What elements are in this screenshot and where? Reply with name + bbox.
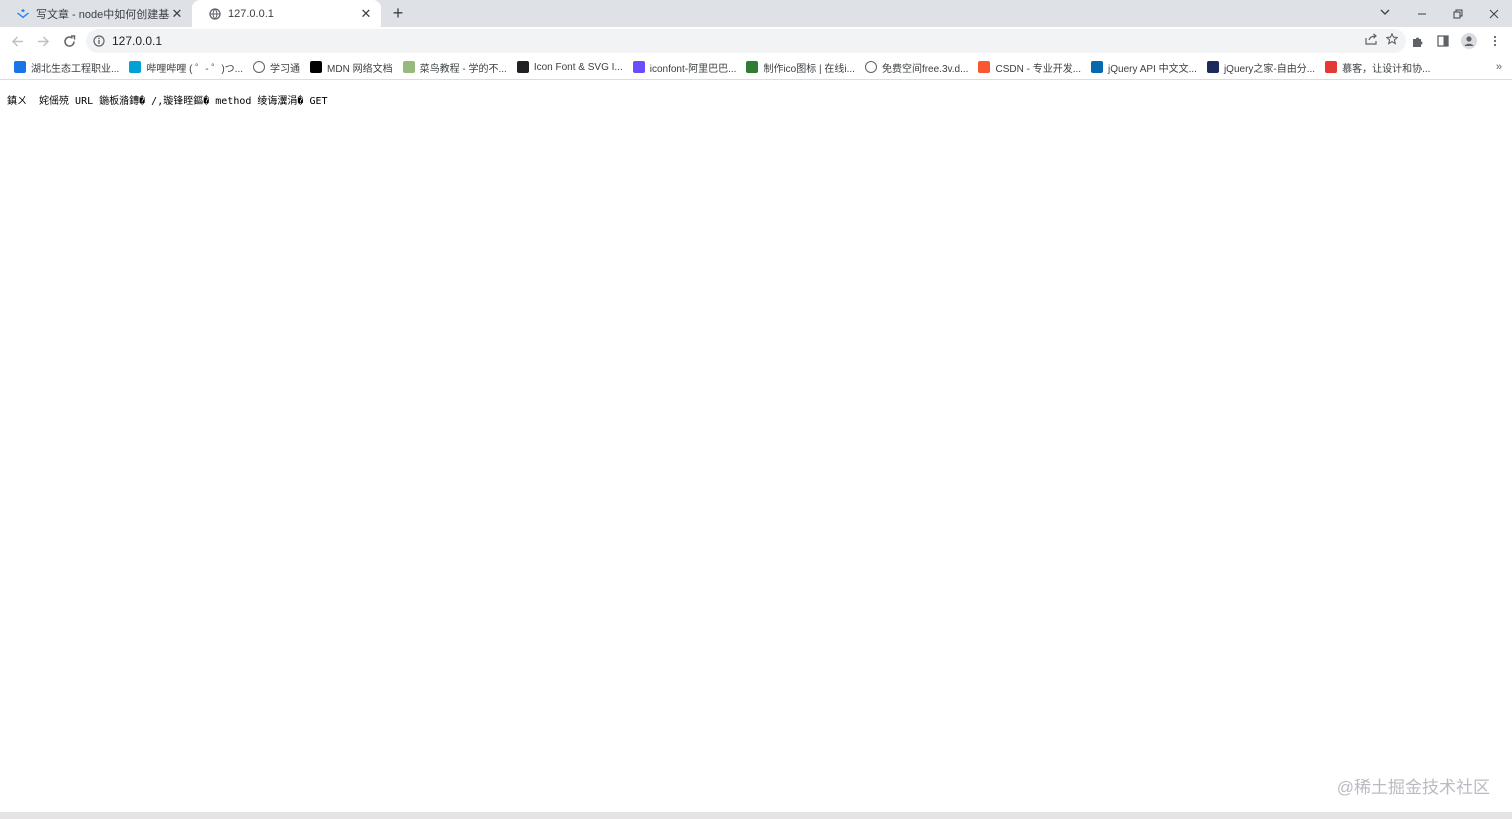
close-icon bbox=[1489, 9, 1499, 18]
menu-button[interactable] bbox=[1482, 28, 1508, 54]
bookmark-item[interactable]: 湖北生态工程职业... bbox=[9, 56, 124, 78]
bookmark-label: 免费空间free.3v.d... bbox=[881, 63, 969, 75]
arrow-right-icon bbox=[37, 35, 49, 47]
mdn-icon bbox=[310, 61, 323, 73]
globe-icon bbox=[253, 61, 266, 73]
address-bar[interactable]: 127.0.0.1 bbox=[86, 29, 1406, 53]
bookmark-label: 慕客，让设计和协... bbox=[1342, 63, 1431, 75]
bookmark-item[interactable]: 慕客，让设计和协... bbox=[1320, 56, 1435, 78]
chevron-down-icon bbox=[1380, 9, 1390, 15]
bookmark-item[interactable]: 菜鸟教程 - 学的不... bbox=[398, 56, 512, 78]
minimize-icon bbox=[1418, 13, 1426, 14]
restore-icon bbox=[1453, 9, 1463, 18]
tab-juejin-editor[interactable]: 写文章 - node中如何创建基本的 ✕ bbox=[0, 0, 192, 27]
side-panel-icon bbox=[1437, 35, 1449, 47]
forward-button[interactable] bbox=[30, 28, 56, 54]
csdn-icon bbox=[978, 61, 991, 73]
page-content: 鎮ㄨ 姹傜殑 URL 鍦板潃鏄� /,璇锋眰鏂� method 绫诲瀷涓� GE… bbox=[0, 81, 1512, 812]
minimize-button[interactable] bbox=[1404, 0, 1440, 27]
bookmark-item[interactable]: 免费空间free.3v.d... bbox=[860, 56, 974, 78]
profile-button[interactable] bbox=[1456, 28, 1482, 54]
jquery22-icon bbox=[1206, 61, 1219, 73]
bookmark-item[interactable]: iconfont-阿里巴巴... bbox=[628, 56, 742, 78]
bookmark-label: jQuery API 中文文... bbox=[1108, 63, 1197, 75]
bookmark-label: 制作ico图标 | 在线i... bbox=[763, 63, 855, 75]
arrow-left-icon bbox=[11, 35, 23, 47]
bookmark-item[interactable]: jQuery API 中文文... bbox=[1086, 56, 1202, 78]
tab-title: 写文章 - node中如何创建基本的 bbox=[36, 8, 170, 21]
close-window-button[interactable] bbox=[1476, 0, 1512, 27]
browser-window: 写文章 - node中如何创建基本的 ✕ 127.0.0.1 ✕ + bbox=[0, 0, 1512, 819]
bookmark-star-icon[interactable] bbox=[1385, 32, 1399, 50]
bookmark-label: 学习通 bbox=[270, 63, 301, 75]
bookmark-item[interactable]: CSDN - 专业开发... bbox=[973, 56, 1086, 78]
juejin-icon bbox=[16, 7, 29, 20]
reload-icon bbox=[63, 34, 75, 47]
avatar-icon bbox=[1461, 33, 1477, 49]
bilibili-icon bbox=[129, 61, 142, 73]
bookmarks-bar: 湖北生态工程职业... 哔哩哔哩 ( ゜- ゜)つ... 学习通 MDN 网络文档 菜鸟… bbox=[0, 55, 1512, 80]
taskbar-edge bbox=[0, 812, 1512, 819]
tab-localhost[interactable]: 127.0.0.1 ✕ bbox=[192, 0, 381, 27]
omnibox-actions bbox=[1365, 29, 1399, 53]
window-controls bbox=[1404, 0, 1512, 27]
url-text: 127.0.0.1 bbox=[112, 34, 163, 48]
bitbug-icon bbox=[746, 61, 759, 73]
tab-strip: 写文章 - node中如何创建基本的 ✕ 127.0.0.1 ✕ + bbox=[0, 0, 1512, 27]
bookmark-label: 菜鸟教程 - 学的不... bbox=[419, 63, 507, 75]
close-tab-icon[interactable]: ✕ bbox=[170, 6, 184, 21]
school-icon bbox=[14, 61, 26, 73]
alibaba-iconfont-icon bbox=[632, 61, 645, 73]
side-panel-button[interactable] bbox=[1430, 28, 1456, 54]
puzzle-icon bbox=[1412, 37, 1422, 47]
share-icon[interactable] bbox=[1365, 32, 1378, 50]
bookmark-item[interactable]: 制作ico图标 | 在线i... bbox=[741, 56, 860, 78]
back-button[interactable] bbox=[4, 28, 30, 54]
jquery-icon bbox=[1091, 61, 1104, 73]
iconfont-icon bbox=[516, 61, 529, 73]
bookmark-item[interactable]: Icon Font & SVG I... bbox=[512, 56, 628, 78]
bookmark-item[interactable]: jQuery之家-自由分... bbox=[1202, 56, 1320, 78]
bookmark-label: iconfont-阿里巴巴... bbox=[649, 63, 737, 75]
reload-button[interactable] bbox=[56, 28, 82, 54]
toolbar-actions bbox=[1404, 28, 1508, 54]
bookmark-label: 哔哩哔哩 ( ゜- ゜)つ... bbox=[146, 63, 244, 75]
bookmark-label: 湖北生态工程职业... bbox=[31, 63, 120, 75]
bookmark-label: Icon Font & SVG I... bbox=[533, 61, 623, 73]
bookmark-label: jQuery之家-自由分... bbox=[1223, 63, 1316, 75]
globe-icon bbox=[864, 61, 877, 73]
globe-icon bbox=[208, 7, 221, 20]
more-bookmarks-chevron-icon[interactable]: » bbox=[1496, 55, 1502, 79]
browser-toolbar: 127.0.0.1 bbox=[0, 27, 1512, 55]
bookmark-item[interactable]: MDN 网络文档 bbox=[305, 56, 398, 78]
bookmark-item[interactable]: 哔哩哔哩 ( ゜- ゜)つ... bbox=[124, 56, 248, 78]
tab-title: 127.0.0.1 bbox=[228, 7, 274, 20]
kebab-menu-icon bbox=[1493, 35, 1497, 47]
watermark-text: @稀土掘金技术社区 bbox=[1336, 778, 1490, 797]
tab-search-button[interactable] bbox=[1372, 0, 1398, 24]
info-icon[interactable] bbox=[86, 35, 112, 47]
restore-button[interactable] bbox=[1440, 0, 1476, 27]
response-text: 鎮ㄨ 姹傜殑 URL 鍦板潃鏄� /,璇锋眰鏂� method 绫诲瀷涓� GE… bbox=[7, 96, 328, 107]
new-tab-button[interactable]: + bbox=[384, 0, 412, 27]
bookmark-label: CSDN - 专业开发... bbox=[995, 63, 1082, 75]
mockplus-icon bbox=[1325, 61, 1338, 73]
close-tab-icon[interactable]: ✕ bbox=[359, 6, 373, 21]
bookmark-label: MDN 网络文档 bbox=[327, 63, 393, 75]
runoob-icon bbox=[402, 61, 415, 73]
extensions-button[interactable] bbox=[1404, 28, 1430, 54]
bookmark-item[interactable]: 学习通 bbox=[248, 56, 305, 78]
